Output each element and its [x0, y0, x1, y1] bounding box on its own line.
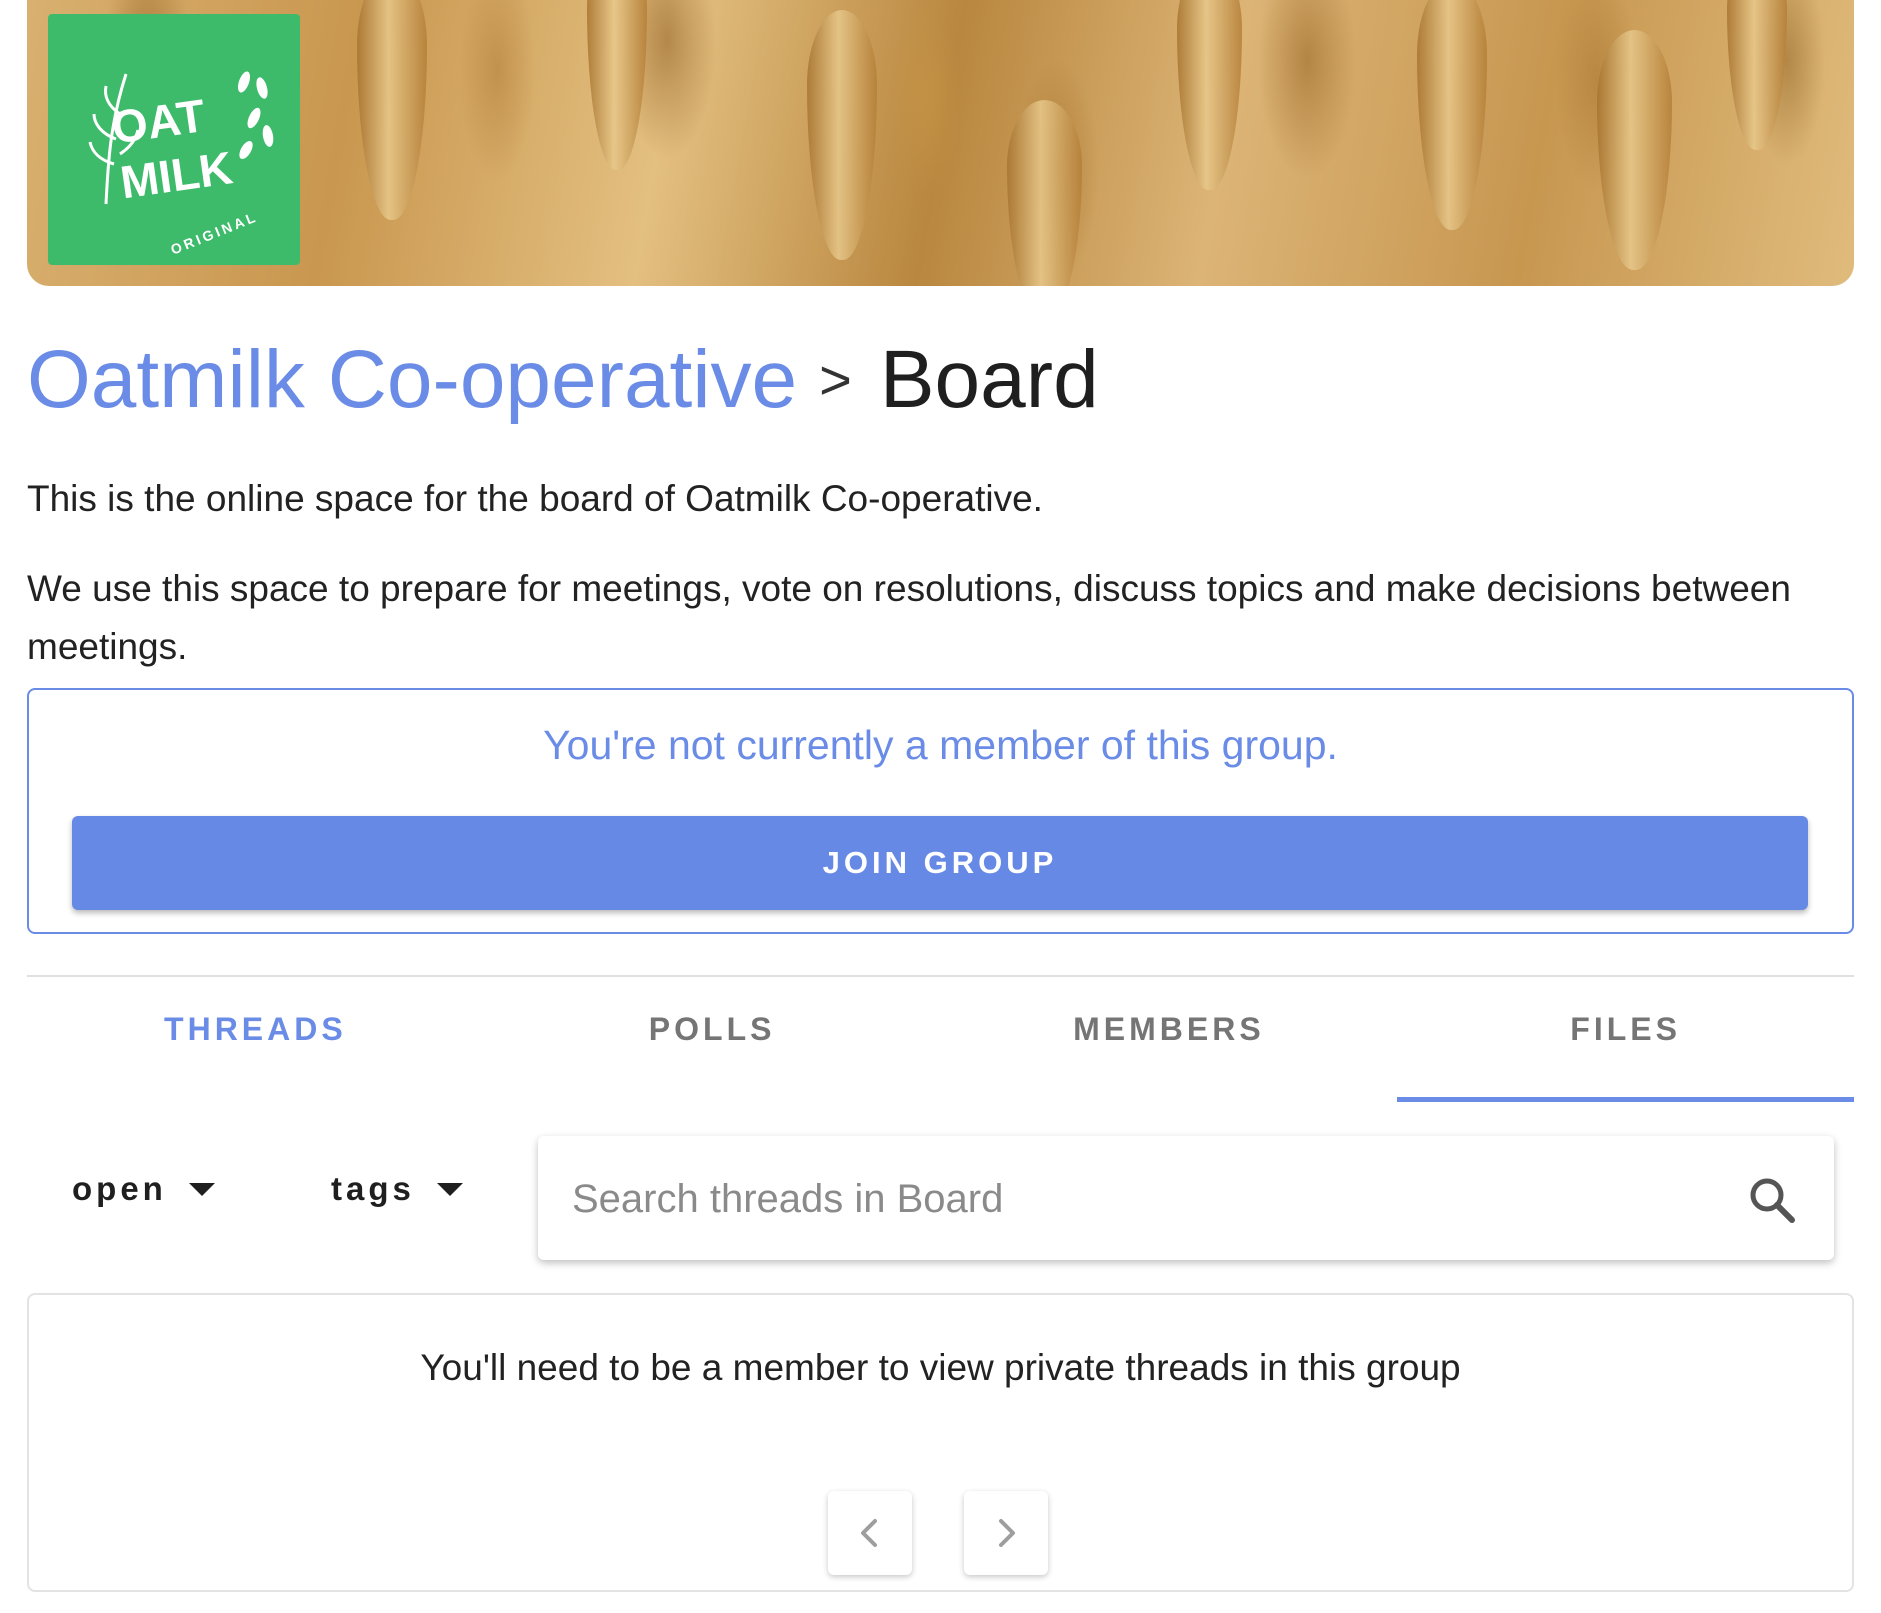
search-icon[interactable]: [1746, 1174, 1798, 1226]
status-filter-dropdown[interactable]: open: [72, 1170, 215, 1208]
group-page: OAT MILK ORIGINAL Oatmilk Co-operative >…: [27, 0, 1854, 1592]
chevron-left-icon: [861, 1519, 877, 1547]
tags-filter-label: tags: [331, 1170, 415, 1207]
caret-down-icon: [436, 1182, 463, 1196]
group-description-line-2: We use this space to prepare for meeting…: [27, 568, 1791, 667]
membership-card: You're not currently a member of this gr…: [27, 688, 1854, 934]
breadcrumb-separator: >: [819, 348, 852, 411]
logo-text-original: ORIGINAL: [168, 208, 260, 257]
private-threads-notice: You'll need to be a member to view priva…: [420, 1347, 1461, 1388]
status-filter-label: open: [72, 1170, 167, 1207]
caret-down-icon: [188, 1182, 215, 1196]
previous-page-button[interactable]: [828, 1491, 912, 1575]
next-page-button[interactable]: [964, 1491, 1048, 1575]
group-description-line-1: This is the online space for the board o…: [27, 478, 1043, 519]
group-tabs: THREADS POLLS MEMBERS FILES: [27, 977, 1854, 1102]
search-bar: [538, 1136, 1834, 1260]
logo-text-oat: OAT: [108, 89, 208, 154]
parent-group-link[interactable]: Oatmilk Co-operative: [27, 334, 797, 425]
tab-threads[interactable]: THREADS: [27, 977, 484, 1102]
tab-polls[interactable]: POLLS: [484, 977, 941, 1102]
threads-panel: You'll need to be a member to view priva…: [27, 1293, 1854, 1592]
group-name: Board: [879, 334, 1099, 425]
membership-message: You're not currently a member of this gr…: [543, 722, 1338, 768]
page-title: Oatmilk Co-operative > Board: [27, 330, 1099, 438]
cover-image: OAT MILK ORIGINAL: [27, 0, 1854, 286]
tab-members[interactable]: MEMBERS: [941, 977, 1398, 1102]
chevron-right-icon: [999, 1519, 1015, 1547]
search-input[interactable]: [570, 1158, 1674, 1240]
join-group-button[interactable]: JOIN GROUP: [72, 816, 1808, 910]
tags-filter-dropdown[interactable]: tags: [331, 1170, 463, 1208]
tab-files[interactable]: FILES: [1397, 977, 1854, 1102]
oat-grain-icons: [237, 71, 274, 160]
oatmilk-logo: OAT MILK ORIGINAL: [88, 71, 274, 258]
group-logo: OAT MILK ORIGINAL: [48, 14, 300, 265]
logo-text-milk: MILK: [117, 141, 236, 208]
